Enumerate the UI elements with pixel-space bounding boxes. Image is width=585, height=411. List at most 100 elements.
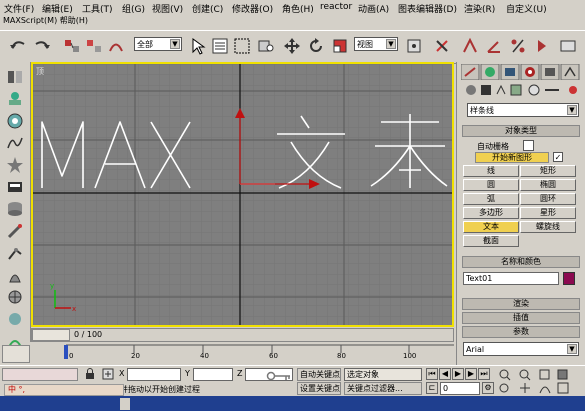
start-new-shape-checkbox[interactable]: ✓ <box>553 152 563 162</box>
auto-key-button[interactable]: 自动关键点 <box>297 368 341 381</box>
window-crossing-icon[interactable] <box>256 36 276 56</box>
active-shade-icon[interactable] <box>6 266 24 284</box>
select-link-icon[interactable] <box>62 36 82 56</box>
parameters-rollout-header[interactable]: 参数 <box>462 326 580 338</box>
go-to-start-button[interactable]: ⏮ <box>426 368 438 380</box>
object-color-swatch[interactable] <box>563 272 575 285</box>
lock-icon[interactable] <box>84 368 96 380</box>
named-selection-icon[interactable] <box>558 36 578 56</box>
rotate-icon[interactable] <box>306 36 326 56</box>
left-toolbar <box>0 62 31 348</box>
key-icon[interactable] <box>266 370 292 382</box>
angle-snap-icon[interactable] <box>484 36 504 56</box>
menu-customize[interactable]: 自定义(U) <box>506 2 547 15</box>
play-button[interactable]: ▶ <box>452 368 464 380</box>
maxscript-listener-mini[interactable] <box>2 345 30 363</box>
section-button[interactable]: 截面 <box>463 235 519 247</box>
selected-set-dropdown[interactable]: 选定对象 <box>344 368 422 381</box>
absolute-mode-icon[interactable] <box>102 368 114 380</box>
select-object-icon[interactable] <box>188 36 208 56</box>
name-color-rollout-header[interactable]: 名称和颜色 <box>462 256 580 268</box>
viewport-navigation-controls[interactable] <box>498 368 582 396</box>
helix-button[interactable]: 螺旋线 <box>520 221 576 233</box>
key-filters-button[interactable]: 关键点过滤器... <box>344 382 422 395</box>
unlink-icon[interactable] <box>84 36 104 56</box>
quick-render-icon[interactable] <box>6 222 24 240</box>
arc-button[interactable]: 弧 <box>463 193 519 205</box>
render-setup-icon[interactable] <box>6 200 24 218</box>
ngon-button[interactable]: 多边形 <box>463 207 519 219</box>
menu-reactor[interactable]: reactor <box>320 2 352 12</box>
menu-create[interactable]: 创建(C) <box>192 2 223 15</box>
rendering-rollout-header[interactable]: 渲染 <box>462 298 580 310</box>
auto-grid-checkbox[interactable] <box>523 140 534 151</box>
render-last-icon[interactable] <box>6 244 24 262</box>
previous-frame-button[interactable]: ◀ <box>439 368 451 380</box>
reference-coordinate-dropdown[interactable]: 视图 ▼ <box>354 37 398 51</box>
select-by-name-icon[interactable] <box>210 36 230 56</box>
object-name-input[interactable]: Text01 <box>463 272 559 285</box>
menu-modifiers[interactable]: 修改器(O) <box>232 2 273 15</box>
menu-edit[interactable]: 编辑(E) <box>42 2 73 15</box>
y-coordinate-input[interactable] <box>193 368 233 381</box>
donut-button[interactable]: 圆环 <box>520 193 576 205</box>
track-ruler <box>64 344 454 359</box>
spinner-snap-icon[interactable] <box>532 36 552 56</box>
create-category-icons[interactable] <box>463 82 583 98</box>
font-dropdown[interactable]: Arial ▼ <box>463 342 579 356</box>
object-type-rollout-header[interactable]: 对象类型 <box>462 125 580 137</box>
line-button[interactable]: 线 <box>463 165 519 177</box>
x-coordinate-input[interactable] <box>127 368 181 381</box>
rectangle-button[interactable]: 矩形 <box>520 165 576 177</box>
interpolation-rollout-header[interactable]: 插值 <box>462 312 580 324</box>
star-button[interactable]: 星形 <box>520 207 576 219</box>
rectangular-selection-icon[interactable] <box>232 36 252 56</box>
start-new-shape-button[interactable]: 开始新图形 <box>475 152 549 163</box>
menu-character[interactable]: 角色(H) <box>282 2 314 15</box>
scale-icon[interactable] <box>330 36 350 56</box>
material-editor-icon[interactable] <box>6 178 24 196</box>
ellipse-button[interactable]: 椭圆 <box>520 179 576 191</box>
menu-tools[interactable]: 工具(T) <box>82 2 113 15</box>
maxscript-mini-listener[interactable] <box>2 368 78 381</box>
undo-icon[interactable] <box>8 36 28 56</box>
snaps-toggle-icon[interactable] <box>460 36 480 56</box>
menu-bar-secondary[interactable]: MAXScript(M) 帮助(H) <box>3 15 88 26</box>
next-frame-button[interactable]: ▶ <box>465 368 477 380</box>
bind-space-warp-icon[interactable] <box>106 36 126 56</box>
circle-button[interactable]: 圆 <box>463 179 519 191</box>
current-frame-input[interactable]: 0 <box>440 382 480 395</box>
menu-group[interactable]: 组(G) <box>122 2 145 15</box>
layer-manager-icon[interactable] <box>6 112 24 130</box>
track-bar[interactable]: 0 20 40 60 80 100 <box>31 343 454 365</box>
top-viewport[interactable]: y x 顶 <box>31 62 454 327</box>
viewport-label[interactable]: 顶 <box>36 66 44 77</box>
time-slider-thumb[interactable] <box>32 329 70 341</box>
redo-icon[interactable] <box>32 36 52 56</box>
move-icon[interactable] <box>282 36 302 56</box>
curve-editor-icon[interactable] <box>6 134 24 152</box>
select-manipulate-icon[interactable] <box>432 36 452 56</box>
text-button-active[interactable]: 文本 <box>463 221 519 233</box>
environment-icon[interactable] <box>6 288 24 306</box>
time-slider[interactable]: 0 / 100 <box>31 328 454 342</box>
align-icon[interactable] <box>6 90 24 108</box>
pivot-center-icon[interactable] <box>404 36 424 56</box>
mirror-icon[interactable] <box>6 68 24 86</box>
go-to-end-button[interactable]: ⏭ <box>478 368 490 380</box>
selection-filter-dropdown[interactable]: 全部 ▼ <box>134 37 182 51</box>
schematic-view-icon[interactable] <box>6 156 24 174</box>
effects-icon[interactable] <box>6 310 24 328</box>
ime-toolbar[interactable]: 中 °, <box>4 384 124 396</box>
time-configuration-button[interactable]: ⚙ <box>482 382 494 394</box>
menu-animation[interactable]: 动画(A) <box>358 2 389 15</box>
taskbar-marker[interactable] <box>120 398 130 410</box>
menu-rendering[interactable]: 渲染(R) <box>464 2 495 15</box>
set-key-button[interactable]: 设置关键点 <box>297 382 341 395</box>
object-category-dropdown[interactable]: 样条线 ▼ <box>467 103 579 117</box>
key-mode-toggle[interactable]: ⊏ <box>426 382 438 394</box>
percent-snap-icon[interactable] <box>508 36 528 56</box>
menu-graph-editors[interactable]: 图表编辑器(D) <box>398 2 457 15</box>
menu-file[interactable]: 文件(F) <box>4 2 34 15</box>
menu-views[interactable]: 视图(V) <box>152 2 183 15</box>
